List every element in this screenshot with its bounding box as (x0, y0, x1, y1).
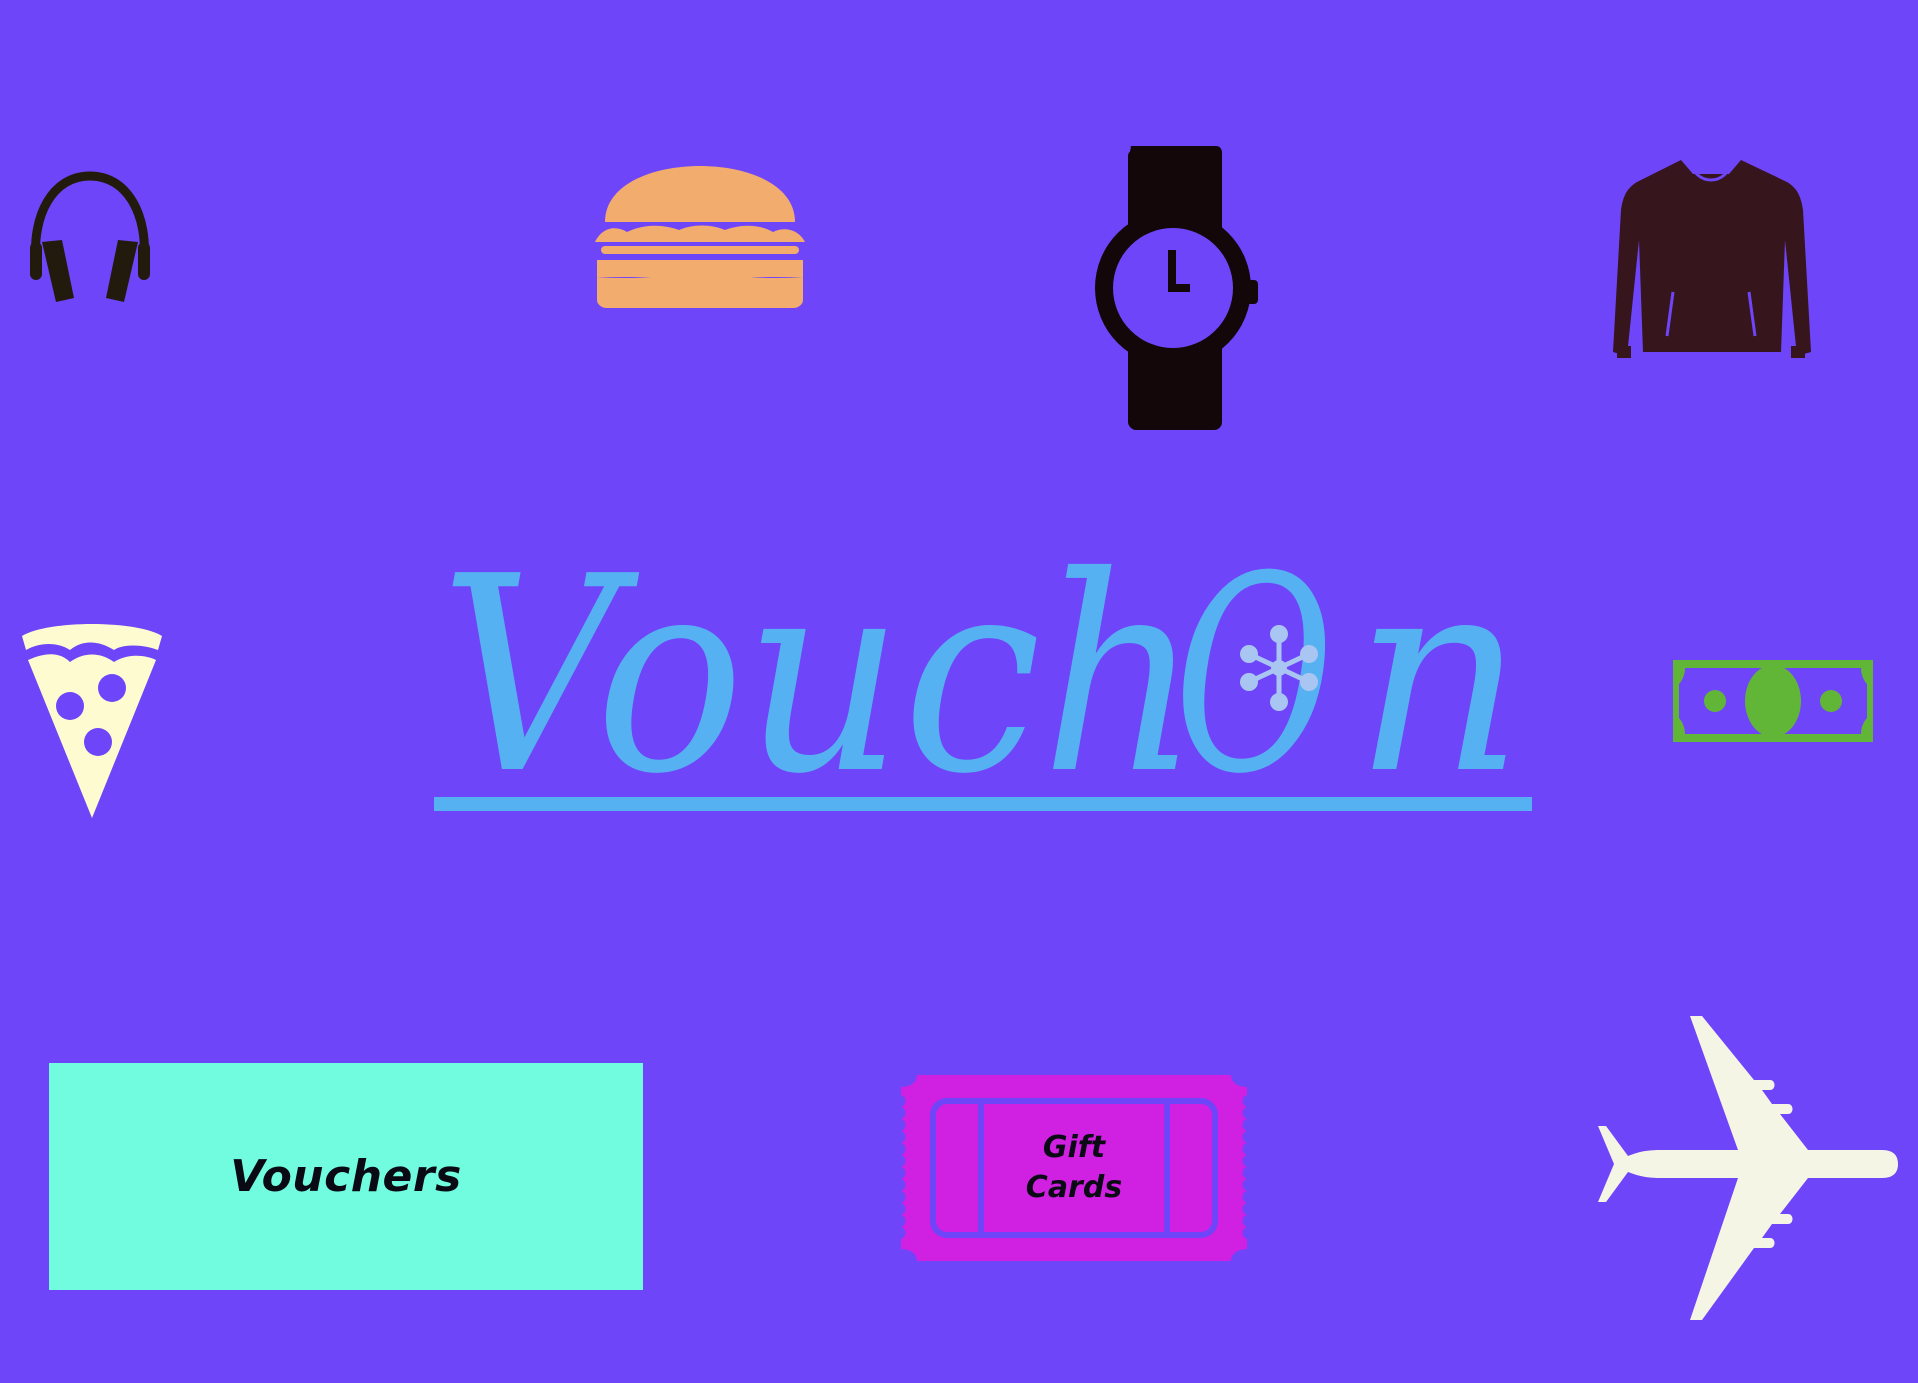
logo-underline (434, 797, 1532, 811)
svg-text:Vouch: Vouch (440, 518, 1200, 795)
logo-text-before: Vouch (440, 518, 1200, 795)
gift-cards-button-label: Gift Cards (1025, 1130, 1123, 1205)
logo-wordmark: Vouch O n (434, 505, 1532, 795)
logo-text-after: n (1354, 518, 1524, 795)
brand-logo: Vouch O n (434, 505, 1532, 811)
headphones-icon (26, 170, 154, 306)
pizza-slice-icon (18, 622, 166, 820)
vouchers-button-label: Vouchers (230, 1151, 462, 1202)
gift-cards-button[interactable]: Gift Cards (895, 1075, 1253, 1261)
airplane-icon (1594, 1016, 1898, 1320)
burger-icon (593, 164, 807, 312)
banknote-icon (1673, 660, 1873, 742)
sweater-icon (1611, 156, 1811, 360)
landing-screen: Vouch O n Vouchers (0, 0, 1918, 1383)
vouchers-button[interactable]: Vouchers (49, 1063, 643, 1290)
svg-text:n: n (1354, 518, 1524, 795)
wristwatch-icon (1092, 146, 1262, 430)
